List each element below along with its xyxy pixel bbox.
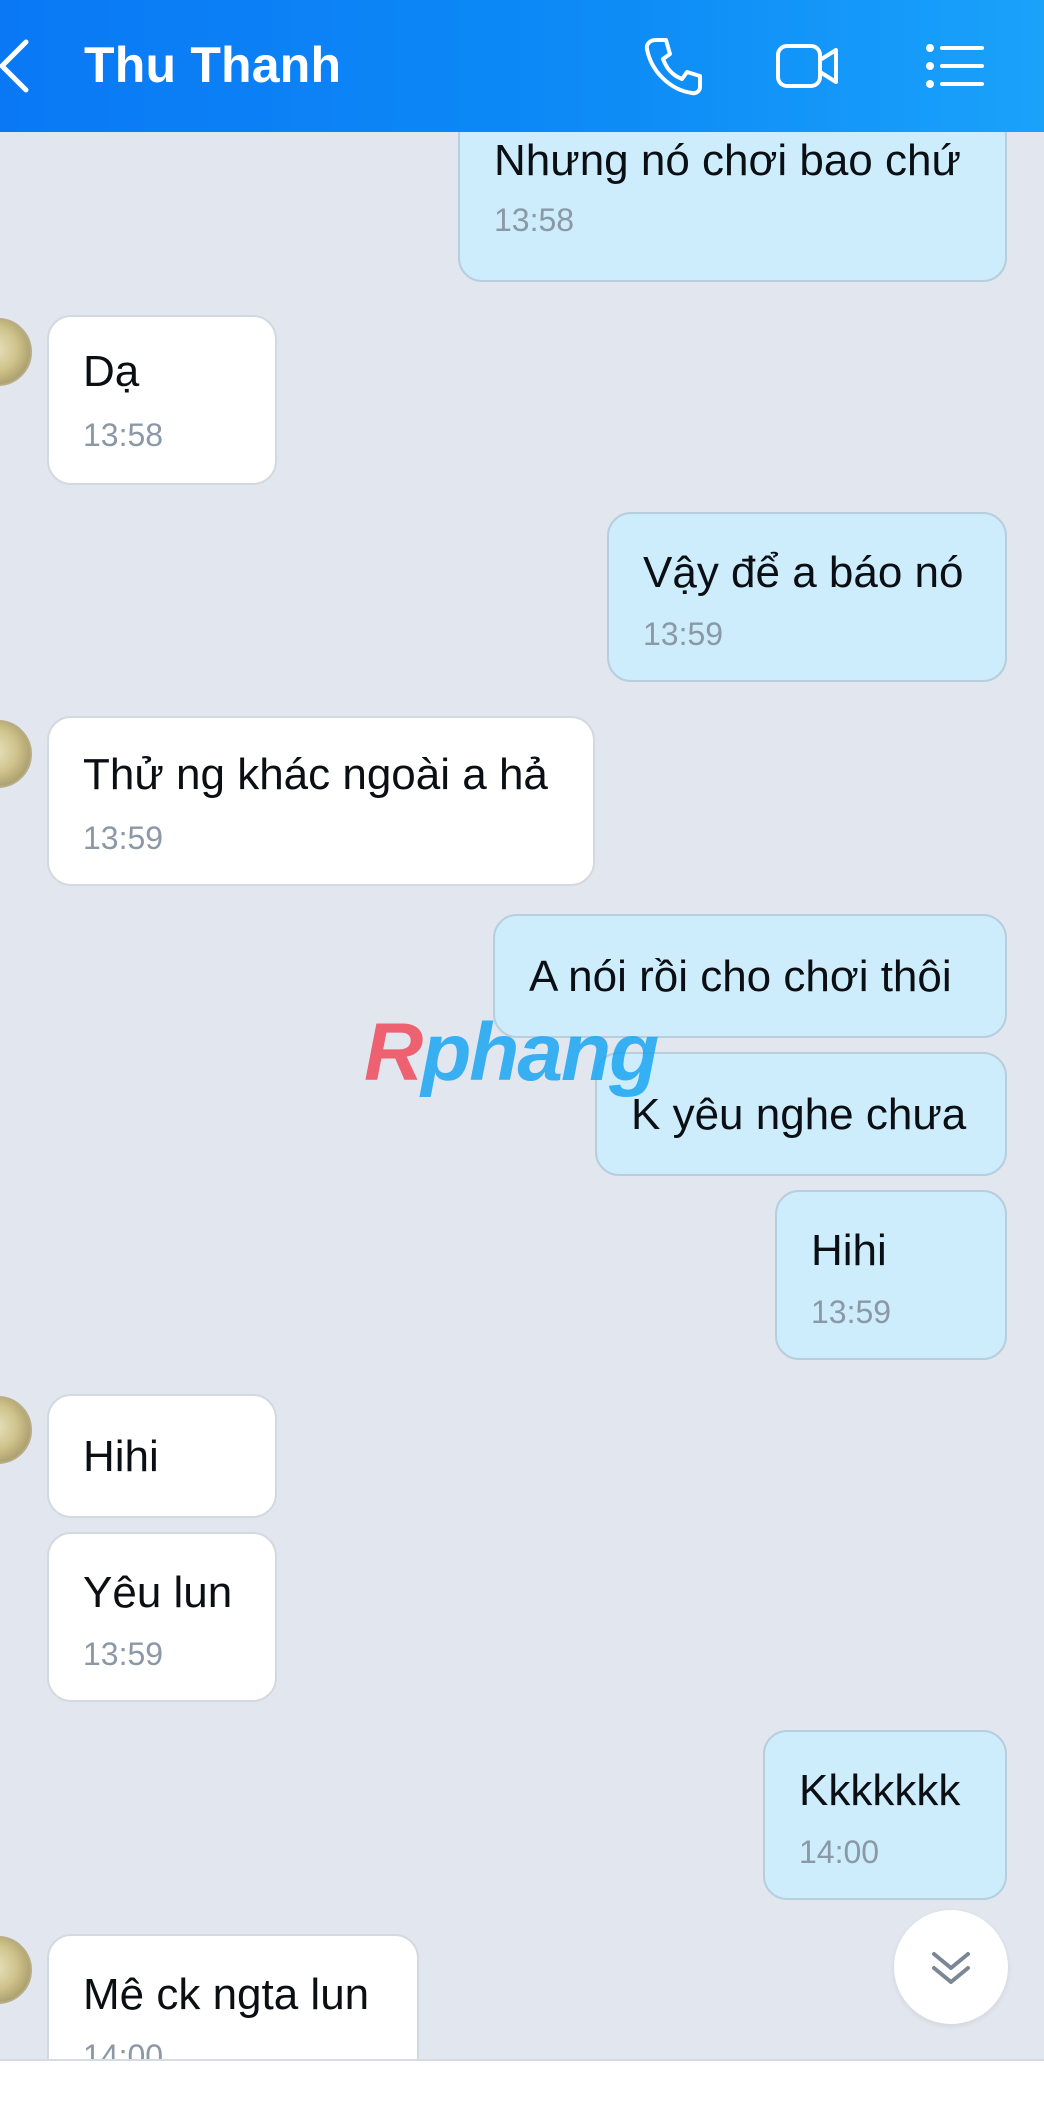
message-time: 13:59 — [811, 1294, 892, 1330]
message-text: Vậy để a báo nó — [643, 548, 964, 597]
message-bubble-outgoing[interactable]: Kkkkkkk 14:00 — [763, 1730, 1007, 1900]
message-time: 14:00 — [799, 1834, 880, 1870]
contact-name[interactable]: Thu Thanh — [84, 36, 341, 94]
message-time: 13:59 — [83, 820, 164, 856]
message-time: 13:58 — [83, 417, 164, 453]
message-time: 13:58 — [494, 202, 575, 238]
message-text: A nói rồi cho chơi thôi — [529, 952, 952, 1001]
message-bubble-incoming[interactable]: Thử ng khác ngoài a hả 13:59 — [47, 716, 595, 886]
video-call-icon[interactable] — [772, 30, 844, 102]
message-time: 13:59 — [643, 616, 724, 652]
message-text: Yêu lun — [83, 1568, 233, 1617]
message-text: Mê ck ngta lun — [83, 1970, 370, 2019]
avatar[interactable] — [0, 720, 32, 788]
menu-list-icon[interactable] — [918, 30, 990, 102]
message-bubble-incoming[interactable]: Mê ck ngta lun 14:00 — [47, 1934, 419, 2059]
message-bubble-outgoing[interactable]: Nhưng nó chơi bao chứ 13:58 — [458, 132, 1007, 282]
message-text: Hihi — [811, 1226, 887, 1275]
avatar[interactable] — [0, 1936, 32, 2004]
message-bubble-incoming[interactable]: Dạ 13:58 — [47, 315, 277, 485]
message-bubble-incoming[interactable]: Hihi — [47, 1394, 277, 1518]
message-text: Thử ng khác ngoài a hả — [83, 750, 548, 799]
avatar[interactable] — [0, 318, 32, 386]
message-bubble-outgoing[interactable]: Vậy để a báo nó 13:59 — [607, 512, 1007, 682]
message-time: 13:59 — [83, 1636, 164, 1672]
chevron-double-down-icon — [932, 1952, 970, 1984]
avatar[interactable] — [0, 1396, 32, 1464]
scroll-to-bottom-button[interactable] — [894, 1910, 1008, 2024]
message-bubble-incoming[interactable]: Yêu lun 13:59 — [47, 1532, 277, 1702]
chat-header: Thu Thanh — [0, 0, 1044, 132]
phone-icon[interactable] — [638, 30, 710, 102]
message-text: Hihi — [83, 1432, 159, 1481]
message-bubble-outgoing[interactable]: Hihi 13:59 — [775, 1190, 1007, 1360]
message-text: Nhưng nó chơi bao chứ — [494, 136, 961, 185]
message-text: Kkkkkkk — [799, 1766, 961, 1815]
back-icon[interactable] — [0, 34, 40, 98]
message-text: K yêu nghe chưa — [631, 1090, 967, 1139]
message-composer[interactable] — [0, 2059, 1044, 2111]
watermark-logo: Rphang — [364, 1007, 659, 1098]
message-time: 14:00 — [83, 2038, 164, 2059]
message-text: Dạ — [83, 347, 140, 396]
